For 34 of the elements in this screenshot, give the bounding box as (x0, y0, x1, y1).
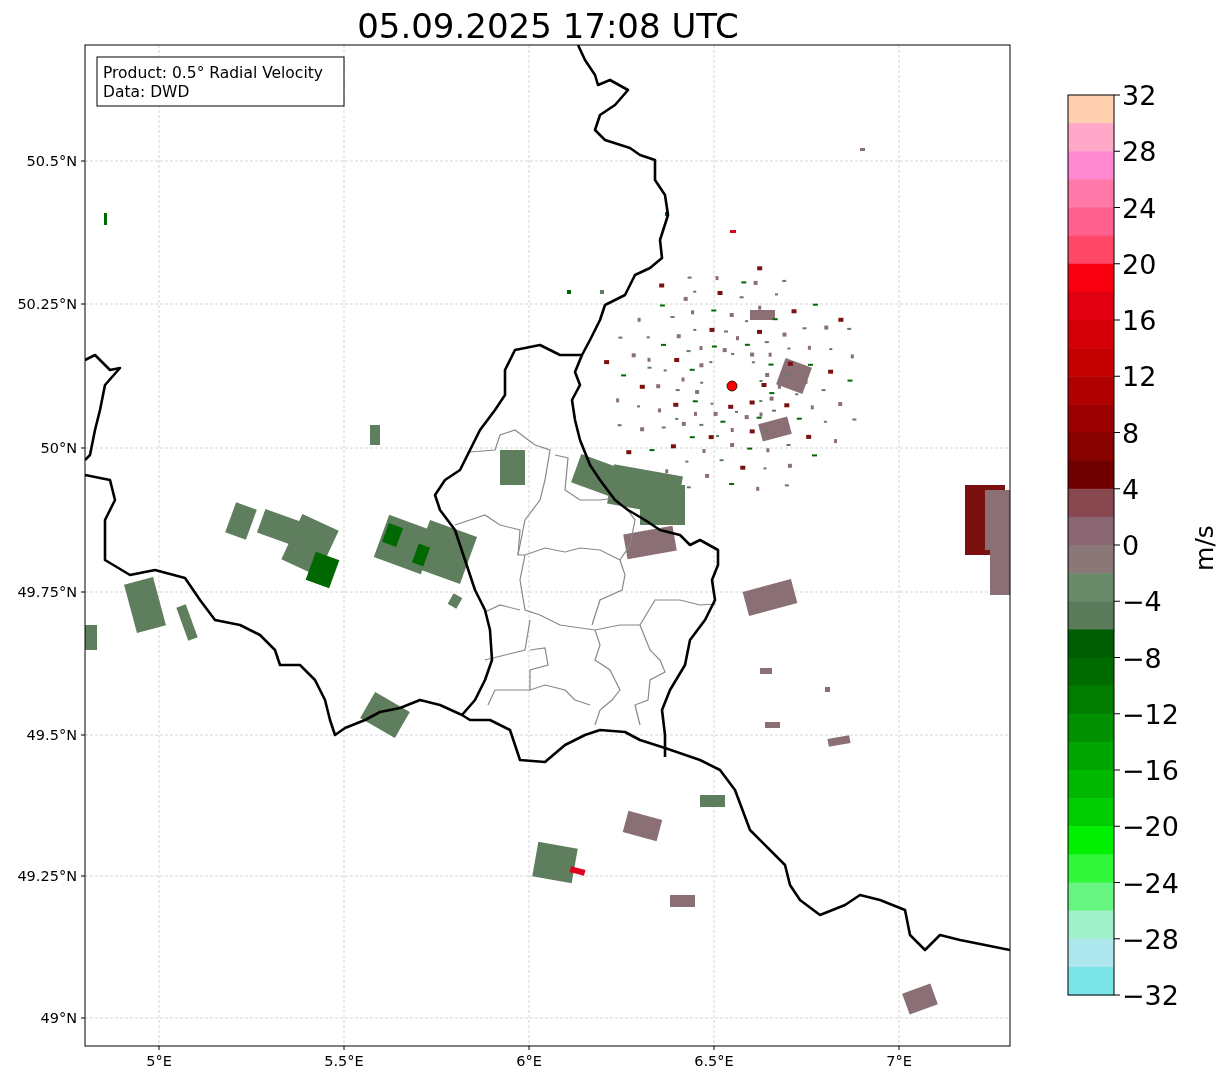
colorbar-tick-label: 20 (1122, 248, 1157, 280)
colorbar-tick-label: 0 (1122, 530, 1140, 561)
colorbar-tick-label: −12 (1122, 698, 1179, 730)
y-tick-label: 50.5°N (26, 153, 77, 169)
info-text: Product: 0.5° Radial Velocity (103, 64, 323, 82)
colorbar-tick-label: −24 (1122, 867, 1179, 899)
colorbar-tick-label: 8 (1122, 417, 1140, 449)
colorbar-tick-label: −8 (1122, 642, 1162, 674)
x-tick-label: 5.5°E (324, 1053, 364, 1069)
colorbar-tick-label: 12 (1122, 361, 1157, 393)
colorbar-tick-label: −28 (1122, 923, 1179, 955)
y-tick-label: 49°N (40, 1010, 77, 1026)
radar-site-marker (726, 380, 738, 392)
y-tick-label: 50°N (40, 440, 77, 456)
x-tick-label: 6.5°E (694, 1053, 734, 1069)
colorbar-tick-label: −32 (1122, 980, 1179, 1011)
y-tick-label: 50.25°N (17, 296, 77, 312)
y-tick-label: 49.25°N (17, 868, 77, 884)
chart-title: 05.09.2025 17:08 UTC (357, 6, 739, 46)
x-tick-label: 5°E (146, 1053, 172, 1069)
colorbar-tick-label: 4 (1122, 473, 1140, 505)
colorbar-tick-label: −20 (1122, 811, 1179, 843)
colorbar-tick-label: 16 (1122, 305, 1157, 336)
x-tick-label: 6°E (516, 1053, 542, 1069)
colorbar-tick-label: −4 (1122, 586, 1162, 618)
x-tick-label: 7°E (886, 1053, 912, 1069)
colorbar-tick-label: −16 (1122, 755, 1179, 786)
y-tick-label: 49.5°N (26, 727, 77, 743)
y-tick-label: 49.75°N (17, 584, 77, 600)
colorbar-tick-label: 32 (1122, 80, 1157, 111)
info-text: Data: DWD (103, 83, 190, 101)
colorbar-tick-label: 24 (1122, 192, 1157, 224)
colorbar-label: m/s (1190, 525, 1219, 571)
colorbar-tick-label: 28 (1122, 136, 1157, 168)
